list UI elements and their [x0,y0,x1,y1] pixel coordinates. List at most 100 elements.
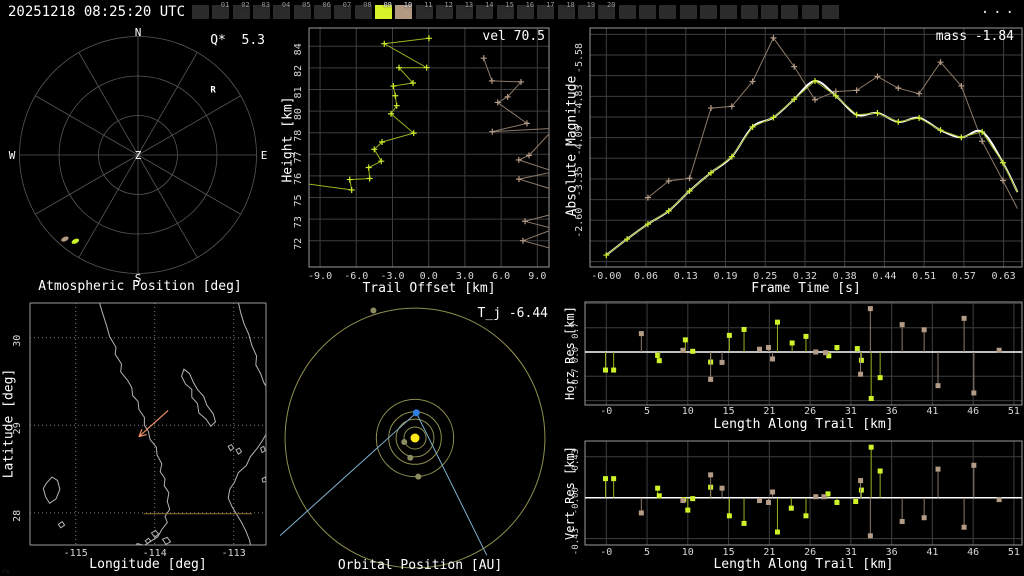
x-tick-label: 5 [644,547,650,558]
data-point-marker [519,237,526,244]
meteor-dashboard: 20251218 08:25:20 UTC 01 02 03 04 05 06 07 08 09… [0,0,1024,576]
frame-box-15[interactable]: 15 [496,1,514,19]
data-point-marker [916,115,923,122]
frame-box[interactable] [821,5,839,19]
residual-point [765,499,771,505]
residual-point [726,513,732,519]
x-tick-label: 41 [926,406,938,417]
island [42,476,61,505]
data-point-marker [488,77,495,84]
y-tick-label: 77 [293,151,304,163]
y-tick-label: -0.43 [571,528,581,555]
panel-magnitude: -0.00 0.06 0.13 0.19 0.25 0.32 0.38 0.44 0.51 0.5… [560,24,1024,300]
compass-east: E [261,149,268,162]
frame-box-12[interactable]: 12 [435,1,453,19]
frame-box[interactable] [192,5,209,19]
panel-horz-res: -0 5 10 15 21 26 31 36 41 46 51 0.7 0.0 -0.7 Horz Res… [560,300,1024,432]
x-tick-label: -0 [600,547,612,558]
residual-point [656,358,662,364]
frame-box[interactable] [679,5,697,19]
residual-point [708,376,714,382]
island [57,521,66,529]
frame-box[interactable] [781,5,799,19]
residual-point [719,359,725,365]
data-point-marker [425,35,432,42]
x-tick-label: 0.38 [833,271,857,282]
frame-box-01[interactable]: 01 [212,1,230,19]
residual-point [858,371,864,377]
atmospheric-position-plot: N S W E Z R [9,26,268,285]
x-tick-label: 0.06 [634,271,658,282]
residual-point [899,519,905,525]
residual-point [803,333,809,339]
station-2-lightcurve [644,34,1018,209]
frame-box[interactable] [760,5,778,19]
frame-box-11[interactable]: 11 [415,1,433,19]
jupiter-dot [370,307,377,314]
frame-box-06[interactable]: 06 [313,1,331,19]
data-point-marker [916,90,923,97]
residual-point [821,494,827,500]
x-tick-label: 51 [1008,547,1020,558]
frame-box-label: 14 [485,1,494,9]
frame-box-20[interactable]: 20 [598,1,616,19]
residual-point [690,496,696,502]
frame-box[interactable] [700,5,717,19]
corner-mark: rw [2,568,10,575]
data-point-marker [393,102,400,109]
frame-box-19[interactable]: 19 [578,1,596,19]
frame-box[interactable] [618,5,636,19]
coastline [98,303,171,545]
frame-box-05[interactable]: 05 [293,1,311,19]
frame-box-16[interactable]: 16 [517,1,535,19]
residual-point [854,346,860,352]
frame-box[interactable] [720,5,738,19]
x-tick-label: 9.0 [528,271,546,282]
mercury-dot [401,438,408,445]
x-tick-label: 0.25 [753,271,777,282]
frame-box-13[interactable]: 13 [456,1,474,19]
residual-point [868,444,874,450]
frame-box-17[interactable]: 17 [537,1,555,19]
x-tick-label: 51 [1008,406,1020,417]
residual-point [858,487,864,493]
detection-blob [61,236,69,242]
island [235,447,243,455]
panel-map: -115 -114 -113 30 29 28 Latitude [deg] Longit… [0,300,280,576]
x-tick-label: -3.0 [380,271,404,282]
x-tick-label: 10 [682,406,694,417]
frame-box-08[interactable]: 08 [354,1,372,19]
x-tick-label: 15 [723,547,735,558]
data-point-marker [979,138,986,145]
overflow-menu-button[interactable]: ... [981,1,1018,17]
x-tick-label: 0.32 [793,271,817,282]
frame-box[interactable] [659,5,677,19]
frame-box-07[interactable]: 07 [334,1,352,19]
residual-point [690,348,696,354]
frame-box-18[interactable]: 18 [557,1,575,19]
frame-box[interactable] [639,5,657,19]
x-tick-label: 36 [886,547,898,558]
y-tick-label: 80 [293,108,304,120]
frame-box-14[interactable]: 14 [476,1,494,19]
frame-box-label: 18 [566,1,575,9]
frame-box-09[interactable]: 09 [374,1,392,19]
frame-box-02[interactable]: 02 [232,1,250,19]
frame-box-04[interactable]: 04 [273,1,291,19]
x-tick-label: 0.57 [952,271,976,282]
residual-point [788,505,794,511]
y-tick-label: -3.35 [574,166,585,196]
earth-dot [412,409,420,417]
frame-box-10[interactable]: 10 [395,1,413,19]
frame-box-03[interactable]: 03 [252,1,270,19]
island [259,445,266,454]
frame-box[interactable] [801,5,819,19]
residual-point [611,367,617,373]
residual-point [858,357,864,363]
frame-box[interactable] [740,5,758,19]
compass-south: S [135,272,142,285]
residual-point [638,510,644,516]
residual-point [961,315,967,321]
residual-point [789,340,795,346]
data-point-marker [489,128,496,135]
